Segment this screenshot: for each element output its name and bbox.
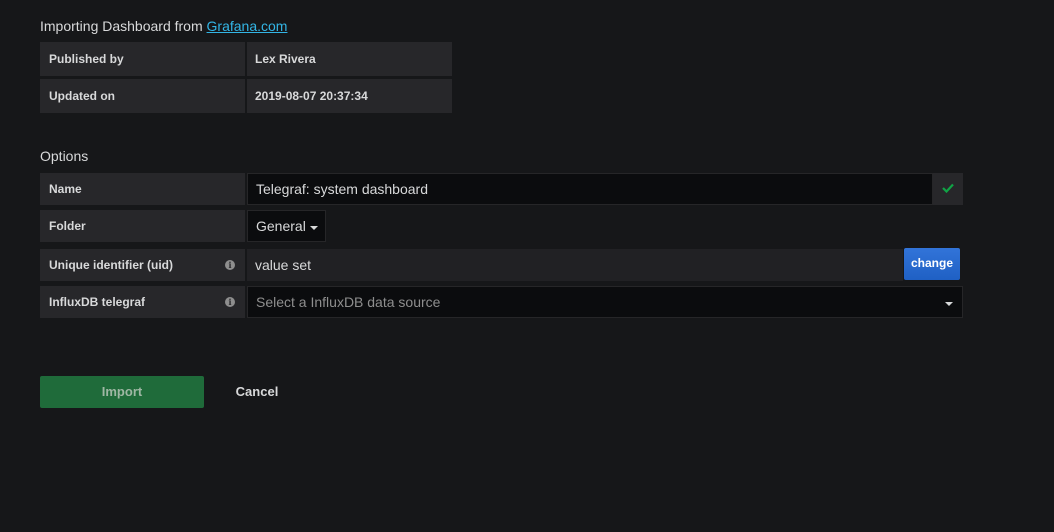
datasource-row: InfluxDB telegraf i Select a InfluxDB da…: [40, 286, 963, 318]
datasource-label: InfluxDB telegraf i: [40, 286, 245, 318]
published-by-value: Lex Rivera: [247, 42, 452, 76]
datasource-placeholder: Select a InfluxDB data source: [256, 294, 441, 310]
import-heading-text: Importing Dashboard from: [40, 18, 207, 34]
import-button[interactable]: Import: [40, 376, 204, 408]
uid-label-text: Unique identifier (uid): [49, 258, 173, 272]
folder-select-value: General: [256, 218, 306, 234]
dashboard-info-table: Published by Lex Rivera Updated on 2019-…: [40, 42, 452, 116]
name-row: Name Telegraf: system dashboard: [40, 173, 963, 205]
caret-down-icon: [945, 302, 953, 306]
updated-on-row: Updated on 2019-08-07 20:37:34: [40, 79, 452, 113]
change-uid-button[interactable]: change: [904, 248, 960, 280]
name-label: Name: [40, 173, 245, 205]
folder-row: Folder General: [40, 210, 326, 242]
uid-row: Unique identifier (uid) i value set chan…: [40, 248, 960, 281]
info-circle-icon[interactable]: i: [225, 260, 235, 270]
published-by-row: Published by Lex Rivera: [40, 42, 452, 76]
name-input[interactable]: Telegraf: system dashboard: [247, 173, 933, 205]
cancel-button[interactable]: Cancel: [221, 376, 293, 408]
published-by-label: Published by: [40, 42, 245, 76]
info-circle-icon[interactable]: i: [225, 297, 235, 307]
folder-label: Folder: [40, 210, 245, 242]
uid-label: Unique identifier (uid) i: [40, 249, 245, 281]
caret-down-icon: [310, 226, 318, 230]
updated-on-label: Updated on: [40, 79, 245, 113]
datasource-select[interactable]: Select a InfluxDB data source: [247, 286, 963, 318]
name-valid-indicator: [933, 173, 963, 205]
updated-on-value: 2019-08-07 20:37:34: [247, 79, 452, 113]
uid-value: value set: [247, 249, 903, 281]
grafana-com-link[interactable]: Grafana.com: [207, 18, 288, 34]
folder-select[interactable]: General: [247, 210, 326, 242]
import-heading: Importing Dashboard from Grafana.com: [40, 16, 287, 36]
options-heading: Options: [40, 148, 89, 164]
import-dashboard-page: Importing Dashboard from Grafana.com Pub…: [0, 0, 1054, 532]
datasource-label-text: InfluxDB telegraf: [49, 295, 146, 309]
check-icon: [942, 180, 954, 198]
